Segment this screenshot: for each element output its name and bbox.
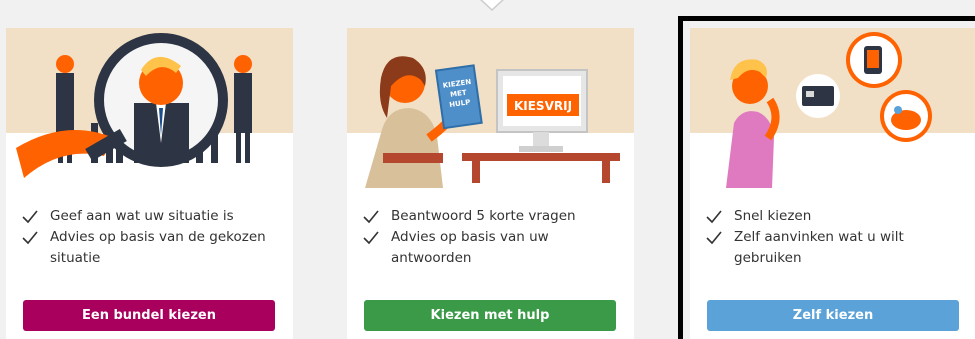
card-bundel: Geef aan wat uw situatie is Advies op ba… [6, 28, 293, 339]
card-kiezen-met-hulp: KIESVRIJ KIEZEN MET HULP Beantwoord 5 ko… [347, 28, 634, 339]
kiezen-met-hulp-button[interactable]: Kiezen met hulp [364, 300, 616, 331]
woman-with-book-illustration: KIESVRIJ KIEZEN MET HULP [365, 56, 620, 188]
check-icon [22, 210, 38, 224]
list-item: Advies op basis van uw antwoorden [361, 227, 621, 269]
screen-label: KIESVRIJ [514, 99, 572, 113]
list-item: Beantwoord 5 korte vragen [361, 206, 621, 227]
magnifier-people-illustration [16, 33, 252, 178]
feature-list: Geef aan wat uw situatie is Advies op ba… [20, 206, 280, 269]
check-icon [363, 210, 379, 224]
list-item: Geef aan wat uw situatie is [20, 206, 280, 227]
feature-list: Beantwoord 5 korte vragen Advies op basi… [361, 206, 621, 269]
chevron-down-icon [480, 0, 504, 12]
check-icon [363, 231, 379, 245]
check-icon [22, 231, 38, 245]
selected-card-outline [678, 16, 975, 339]
choice-cards-section: Geef aan wat uw situatie is Advies op ba… [0, 0, 975, 339]
list-item: Advies op basis van de gekozen situatie [20, 227, 280, 269]
een-bundel-kiezen-button[interactable]: Een bundel kiezen [23, 300, 275, 331]
